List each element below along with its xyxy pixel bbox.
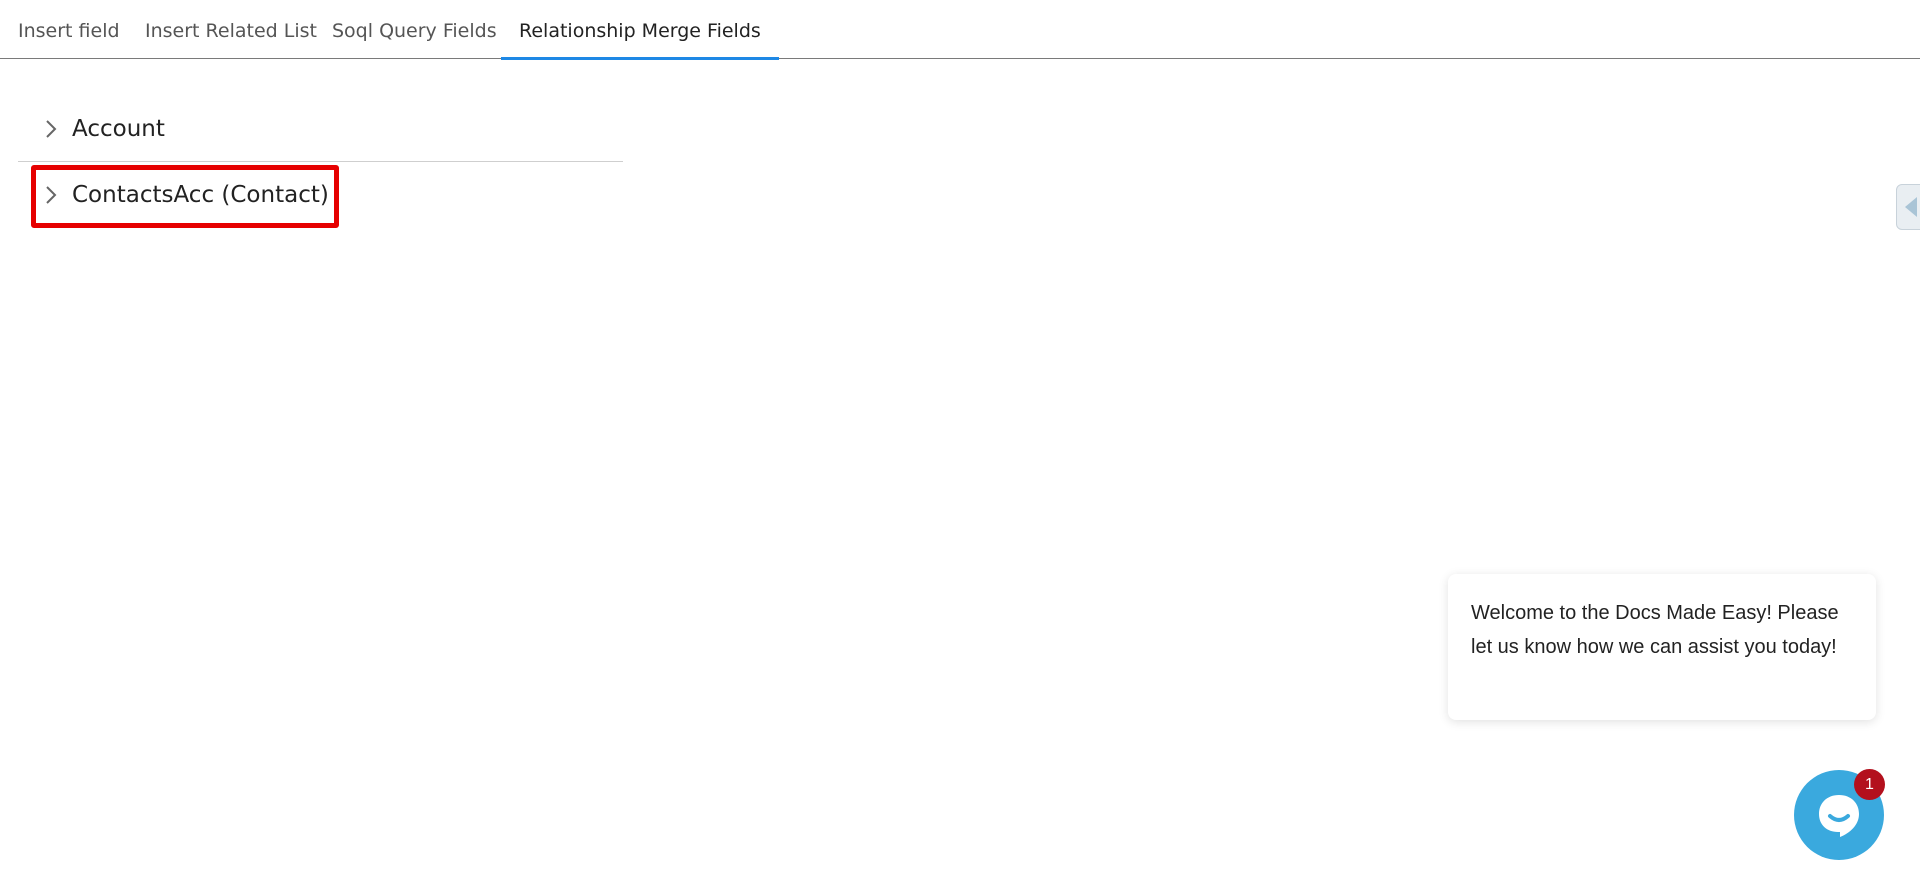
highlight-annotation-box [31,165,339,228]
accordion-item-label: Account [72,116,165,142]
chat-icon [1819,795,1859,837]
chevron-right-icon [46,120,57,138]
tab-relationship-merge-fields[interactable]: Relationship Merge Fields [501,0,779,60]
side-panel-toggle[interactable] [1896,184,1920,230]
chevron-left-icon [1905,197,1917,217]
tab-soql-query-fields[interactable]: Soql Query Fields [332,0,497,59]
tab-insert-field[interactable]: Insert field [18,0,120,59]
accordion-item-account[interactable]: Account [18,96,623,162]
chat-welcome-bubble: Welcome to the Docs Made Easy! Please le… [1448,574,1876,720]
notification-badge: 1 [1854,769,1885,800]
tab-bar: Insert field Insert Related List Soql Qu… [0,0,1920,60]
tab-insert-related-list[interactable]: Insert Related List [145,0,317,59]
page: Insert field Insert Related List Soql Qu… [0,0,1920,890]
chat-welcome-message: Welcome to the Docs Made Easy! Please le… [1471,602,1839,658]
